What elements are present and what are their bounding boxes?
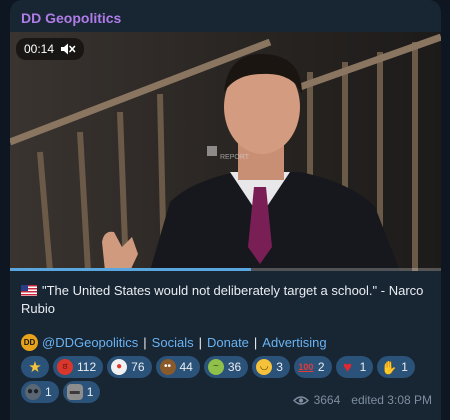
reaction-moai[interactable]: ▬ 1 — [62, 381, 101, 403]
clown-face-icon: ● — [111, 359, 128, 375]
advertising-link[interactable]: Advertising — [262, 335, 326, 350]
reaction-count: 1 — [359, 360, 367, 374]
reaction-clown[interactable]: ● 76 — [107, 356, 152, 378]
handle-link[interactable]: @DDGeopolitics — [42, 335, 138, 350]
video-time-badge: 00:14 — [16, 38, 85, 60]
reaction-count: 112 — [77, 360, 97, 374]
channel-links: DD @DDGeopolitics | Socials | Donate | A… — [21, 334, 327, 351]
message-caption: "The United States would not deliberatel… — [21, 282, 433, 318]
star-icon: ★ — [28, 358, 42, 376]
donate-link[interactable]: Donate — [207, 335, 249, 350]
video-progress-bar[interactable] — [10, 268, 441, 271]
reaction-nauseated[interactable]: ~ 36 — [203, 356, 249, 378]
video-progress-fill — [10, 268, 252, 271]
reaction-count: 44 — [179, 360, 193, 374]
video-frame: REPORT — [10, 32, 441, 271]
view-count: 3664 — [313, 393, 341, 407]
ghost-face-icon: ●● — [25, 384, 41, 400]
moai-icon: ▬ — [66, 384, 83, 400]
reaction-clap[interactable]: ✋ 1 — [377, 356, 415, 378]
reaction-count: 2 — [317, 360, 325, 374]
hundred-points-icon: 100 — [298, 361, 314, 372]
clapping-hands-icon: ✋ — [381, 359, 398, 375]
reaction-ghost[interactable]: ●● 1 — [21, 381, 59, 403]
socials-link[interactable]: Socials — [152, 335, 194, 350]
reaction-count: 76 — [131, 360, 145, 374]
us-flag-icon — [21, 283, 37, 296]
reaction-hundred[interactable]: 100 2 — [293, 356, 332, 378]
reaction-angry[interactable]: ಠ 112 — [53, 356, 104, 378]
grinning-face-icon: ◡ — [256, 359, 273, 375]
reaction-star[interactable]: ★ — [21, 356, 49, 378]
reaction-count: 1 — [45, 385, 52, 399]
muted-speaker-icon[interactable] — [60, 42, 76, 56]
link-separator: | — [143, 335, 147, 350]
message-footer: 3664 edited 3:08 PM — [292, 393, 432, 407]
reaction-count: 1 — [86, 385, 94, 399]
reaction-heart[interactable]: ♥ 1 — [335, 356, 374, 378]
angry-face-icon: ಠ — [57, 359, 73, 375]
video-time: 00:14 — [24, 42, 55, 56]
dd-logo-icon: DD — [21, 334, 38, 351]
eye-icon — [292, 395, 309, 406]
poop-icon: •• — [159, 359, 176, 375]
video-watermark: REPORT — [220, 154, 250, 161]
message-card: DD Geopolitics REPORT 00:14 "The United … — [10, 0, 441, 420]
edited-time: edited 3:08 PM — [351, 393, 432, 407]
reaction-count: 1 — [401, 360, 408, 374]
reaction-poop[interactable]: •• 44 — [155, 356, 200, 378]
link-separator: | — [198, 335, 202, 350]
video-player[interactable]: REPORT 00:14 — [10, 32, 441, 271]
red-heart-icon: ♥ — [343, 358, 353, 376]
reaction-grinning[interactable]: ◡ 3 — [252, 356, 290, 378]
reaction-count: 3 — [276, 360, 283, 374]
channel-name[interactable]: DD Geopolitics — [21, 10, 121, 26]
nauseated-face-icon: ~ — [207, 359, 224, 375]
reaction-count: 36 — [227, 360, 242, 374]
caption-text: "The United States would not deliberatel… — [21, 283, 424, 316]
link-separator: | — [253, 335, 258, 350]
